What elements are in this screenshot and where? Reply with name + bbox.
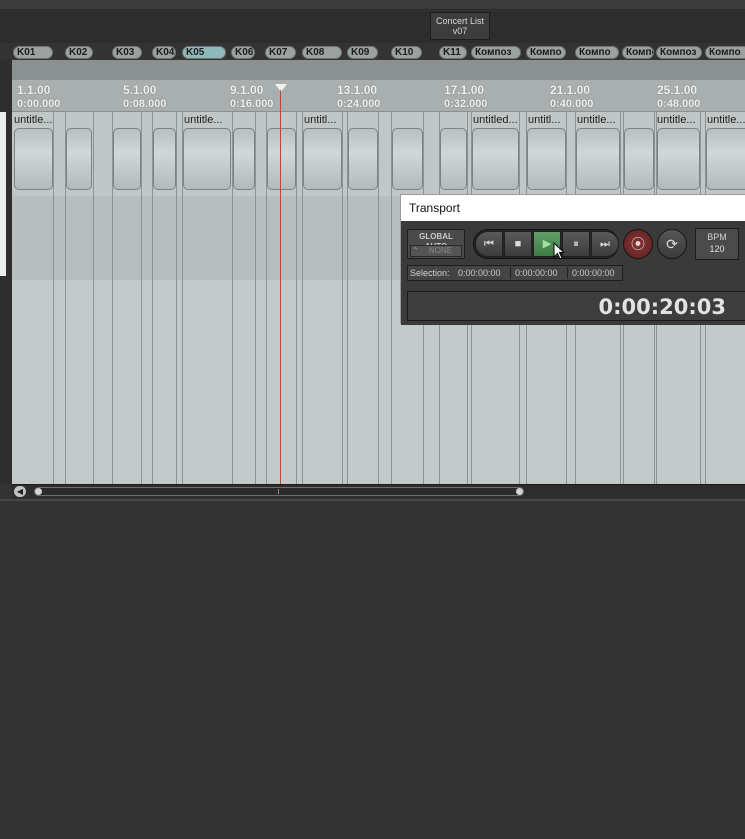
concert-list-marker[interactable]: Concert List v07 xyxy=(430,12,490,40)
media-item[interactable] xyxy=(183,128,231,190)
transport-title[interactable]: Transport xyxy=(401,195,745,221)
track-panel-edge xyxy=(0,60,12,484)
region-kompoz-1[interactable]: Композ xyxy=(471,46,521,59)
media-item[interactable] xyxy=(14,128,53,190)
region-k09[interactable]: K09 xyxy=(347,46,378,59)
selection-length: 0:00:00:00 xyxy=(572,268,615,278)
media-item[interactable] xyxy=(267,128,296,190)
mouse-cursor-icon xyxy=(553,242,565,260)
ruler-time-3: 0:16.000 xyxy=(230,98,274,110)
item-name-6: untitle... xyxy=(577,114,616,126)
region-k02[interactable]: K02 xyxy=(65,46,93,59)
selection-start: 0:00:00:00 xyxy=(458,268,501,278)
media-item[interactable] xyxy=(392,128,423,190)
region-kompoz-5[interactable]: Композ xyxy=(656,46,702,59)
transport-window: Transport GLOBAL AUTO NONE ⌃ ⏮ ■ ▶ ⏸ ⏭ ⦿… xyxy=(400,194,745,325)
bpm-display[interactable]: BPM 120 xyxy=(695,228,739,260)
pause-button[interactable]: ⏸ xyxy=(562,231,590,257)
region-kompo-4[interactable]: Компо xyxy=(622,46,654,59)
media-item[interactable] xyxy=(113,128,141,190)
playhead[interactable] xyxy=(280,90,281,484)
marker-lane xyxy=(0,11,745,43)
media-item[interactable] xyxy=(576,128,620,190)
ruler-measure-4: 13.1.00 xyxy=(337,83,378,97)
media-item[interactable] xyxy=(472,128,519,190)
item-name-3: untitl... xyxy=(304,114,337,126)
ruler-measure-5: 17.1.00 xyxy=(444,83,485,97)
scroll-left-arrow-icon[interactable]: ◀ xyxy=(14,486,26,497)
top-strip xyxy=(0,0,745,10)
media-item[interactable] xyxy=(348,128,378,190)
media-item[interactable] xyxy=(66,128,92,190)
item-name-5: untitl... xyxy=(528,114,561,126)
ruler-time-4: 0:24.000 xyxy=(337,98,381,110)
ruler-measure-3: 9.1.00 xyxy=(230,83,264,97)
media-item[interactable] xyxy=(624,128,654,190)
region-lane: K01 K02 K03 K04 K05 K06 K07 K08 K09 K10 … xyxy=(0,44,745,60)
concert-marker-line1: Concert List xyxy=(435,16,485,26)
region-kompo-6[interactable]: Компо xyxy=(705,46,745,59)
selection-end: 0:00:00:00 xyxy=(515,268,558,278)
record-button[interactable]: ⦿ xyxy=(623,229,653,259)
ruler-time-2: 0:08.000 xyxy=(123,98,167,110)
ruler-measure-2: 5.1.00 xyxy=(123,83,157,97)
daw-window: Concert List v07 K01 K02 K03 K04 K05 K06… xyxy=(0,0,745,839)
media-item[interactable] xyxy=(657,128,700,190)
region-kompo-3[interactable]: Компо xyxy=(575,46,619,59)
item-name-4: untitled... xyxy=(473,114,518,126)
item-name-1: untitle... xyxy=(14,114,53,126)
region-k05[interactable]: K05 xyxy=(182,46,226,59)
bpm-label: BPM xyxy=(707,232,727,242)
region-k11[interactable]: K11 xyxy=(439,46,467,59)
item-name-2: untitle... xyxy=(184,114,223,126)
time-display[interactable]: 0:00:20:03 xyxy=(407,291,745,321)
ruler-measure-1: 1.1.00 xyxy=(17,83,51,97)
region-k07[interactable]: K07 xyxy=(265,46,296,59)
media-item[interactable] xyxy=(440,128,467,190)
ruler-time-5: 0:32.000 xyxy=(444,98,488,110)
global-auto-button[interactable]: GLOBAL AUTO NONE ⌃ xyxy=(407,229,465,259)
ruler-time-1: 0:00.000 xyxy=(17,98,61,110)
scroll-thumb[interactable] xyxy=(34,487,524,496)
repeat-button[interactable]: ⟳ xyxy=(657,229,687,259)
bpm-value: 120 xyxy=(709,244,725,254)
item-name-8: untitle... xyxy=(707,114,745,126)
media-item[interactable] xyxy=(527,128,566,190)
forward-button[interactable]: ⏭ xyxy=(591,231,619,257)
rewind-button[interactable]: ⏮ xyxy=(475,231,503,257)
region-k03[interactable]: K03 xyxy=(112,46,142,59)
transport-body: GLOBAL AUTO NONE ⌃ ⏮ ■ ▶ ⏸ ⏭ ⦿ ⟳ BPM 120… xyxy=(401,221,745,325)
ruler-time-7: 0:48.000 xyxy=(657,98,701,110)
transport-buttons: ⏮ ■ ▶ ⏸ ⏭ xyxy=(473,229,619,259)
region-k01[interactable]: K01 xyxy=(13,46,53,59)
current-time: 0:00:20:03 xyxy=(598,295,726,319)
media-item[interactable] xyxy=(153,128,176,190)
concert-marker-line2: v07 xyxy=(452,26,468,36)
ruler-measure-7: 25.1.00 xyxy=(657,83,698,97)
item-name-7: untitle... xyxy=(657,114,696,126)
region-kompo-2[interactable]: Компо xyxy=(526,46,566,59)
automation-envelope-icon: ⌃ xyxy=(412,246,419,255)
ruler-measure-6: 21.1.00 xyxy=(550,83,591,97)
selection-display[interactable]: Selection: 0:00:00:00 0:00:00:00 0:00:00… xyxy=(407,265,623,281)
region-k08[interactable]: K08 xyxy=(302,46,342,59)
horizontal-scrollbar[interactable]: ◀ xyxy=(12,484,745,498)
selection-label: Selection: xyxy=(410,268,450,278)
media-item[interactable] xyxy=(303,128,342,190)
media-item[interactable] xyxy=(233,128,255,190)
timeline-ruler[interactable]: 1.1.00 0:00.000 5.1.00 0:08.000 9.1.00 0… xyxy=(12,60,745,112)
region-k10[interactable]: K10 xyxy=(391,46,422,59)
divider xyxy=(0,499,745,501)
stop-button[interactable]: ■ xyxy=(504,231,532,257)
playhead-marker-icon[interactable] xyxy=(275,84,287,92)
media-item[interactable] xyxy=(706,128,745,190)
region-k04[interactable]: K04 xyxy=(152,46,176,59)
ruler-time-6: 0:40.000 xyxy=(550,98,594,110)
region-k06[interactable]: K06 xyxy=(231,46,255,59)
